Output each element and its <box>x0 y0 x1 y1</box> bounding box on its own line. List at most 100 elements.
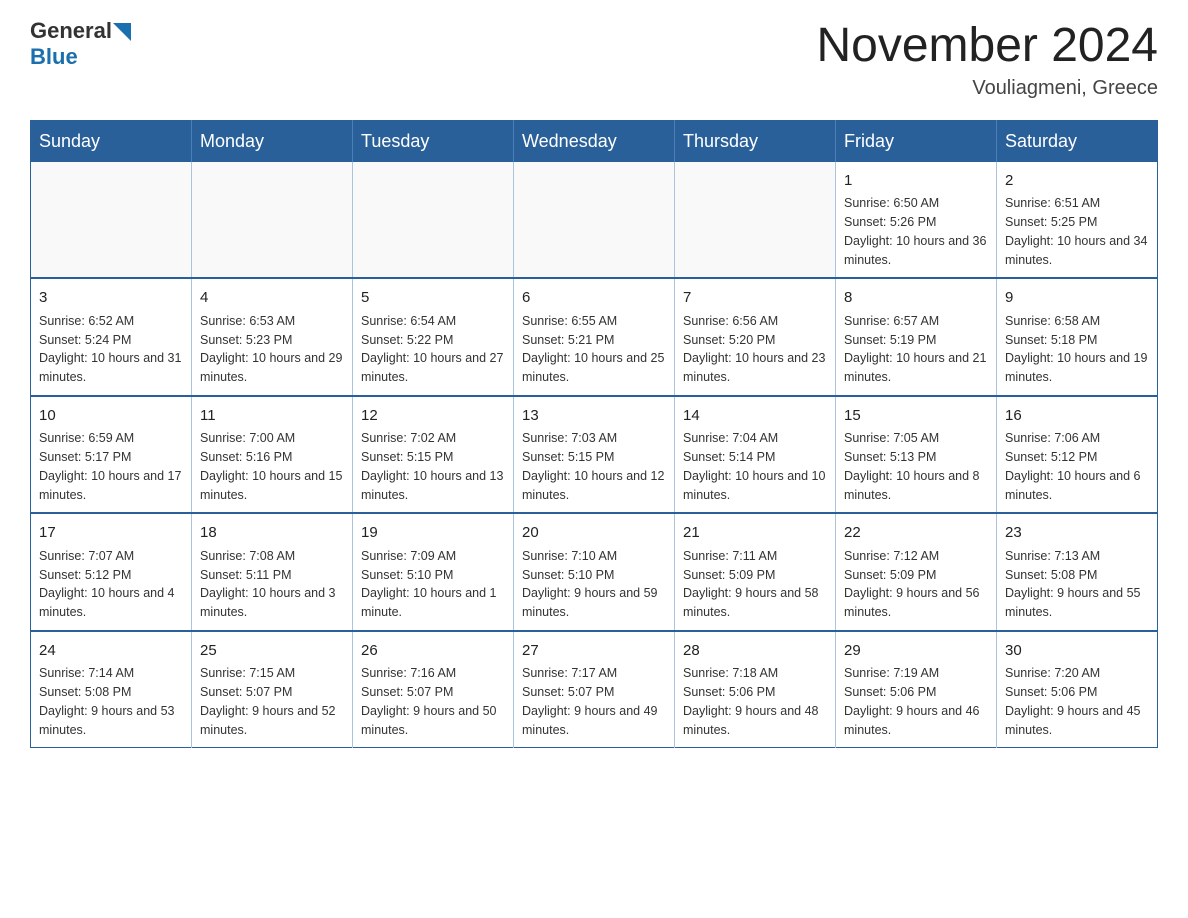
cell-content: Sunrise: 7:11 AM Sunset: 5:09 PM Dayligh… <box>683 547 827 622</box>
day-number: 6 <box>522 287 666 310</box>
day-number: 27 <box>522 640 666 663</box>
calendar-cell: 14Sunrise: 7:04 AM Sunset: 5:14 PM Dayli… <box>675 396 836 514</box>
cell-content: Sunrise: 7:19 AM Sunset: 5:06 PM Dayligh… <box>844 664 988 739</box>
logo: General Blue <box>30 20 131 70</box>
day-number: 30 <box>1005 640 1149 663</box>
cell-content: Sunrise: 7:18 AM Sunset: 5:06 PM Dayligh… <box>683 664 827 739</box>
day-number: 4 <box>200 287 344 310</box>
day-of-week-header: Thursday <box>675 120 836 162</box>
cell-content: Sunrise: 7:09 AM Sunset: 5:10 PM Dayligh… <box>361 547 505 622</box>
cell-content: Sunrise: 6:59 AM Sunset: 5:17 PM Dayligh… <box>39 429 183 504</box>
calendar-week-row: 10Sunrise: 6:59 AM Sunset: 5:17 PM Dayli… <box>31 396 1158 514</box>
day-number: 23 <box>1005 522 1149 545</box>
calendar-cell: 19Sunrise: 7:09 AM Sunset: 5:10 PM Dayli… <box>353 513 514 631</box>
calendar-cell: 30Sunrise: 7:20 AM Sunset: 5:06 PM Dayli… <box>997 631 1158 748</box>
calendar-table: SundayMondayTuesdayWednesdayThursdayFrid… <box>30 120 1158 749</box>
cell-content: Sunrise: 7:08 AM Sunset: 5:11 PM Dayligh… <box>200 547 344 622</box>
calendar-header-row: SundayMondayTuesdayWednesdayThursdayFrid… <box>31 120 1158 162</box>
day-number: 26 <box>361 640 505 663</box>
calendar-cell: 12Sunrise: 7:02 AM Sunset: 5:15 PM Dayli… <box>353 396 514 514</box>
calendar-week-row: 3Sunrise: 6:52 AM Sunset: 5:24 PM Daylig… <box>31 278 1158 396</box>
day-of-week-header: Tuesday <box>353 120 514 162</box>
title-block: November 2024 Vouliagmeni, Greece <box>816 20 1158 100</box>
cell-content: Sunrise: 7:00 AM Sunset: 5:16 PM Dayligh… <box>200 429 344 504</box>
calendar-cell: 22Sunrise: 7:12 AM Sunset: 5:09 PM Dayli… <box>836 513 997 631</box>
day-of-week-header: Wednesday <box>514 120 675 162</box>
cell-content: Sunrise: 6:55 AM Sunset: 5:21 PM Dayligh… <box>522 312 666 387</box>
cell-content: Sunrise: 6:57 AM Sunset: 5:19 PM Dayligh… <box>844 312 988 387</box>
day-of-week-header: Saturday <box>997 120 1158 162</box>
day-number: 1 <box>844 170 988 193</box>
day-number: 28 <box>683 640 827 663</box>
calendar-cell: 9Sunrise: 6:58 AM Sunset: 5:18 PM Daylig… <box>997 278 1158 396</box>
calendar-cell <box>514 162 675 279</box>
calendar-cell: 13Sunrise: 7:03 AM Sunset: 5:15 PM Dayli… <box>514 396 675 514</box>
day-number: 21 <box>683 522 827 545</box>
day-of-week-header: Friday <box>836 120 997 162</box>
calendar-cell <box>192 162 353 279</box>
calendar-cell: 6Sunrise: 6:55 AM Sunset: 5:21 PM Daylig… <box>514 278 675 396</box>
cell-content: Sunrise: 6:53 AM Sunset: 5:23 PM Dayligh… <box>200 312 344 387</box>
cell-content: Sunrise: 6:52 AM Sunset: 5:24 PM Dayligh… <box>39 312 183 387</box>
calendar-cell <box>31 162 192 279</box>
day-number: 20 <box>522 522 666 545</box>
calendar-cell: 28Sunrise: 7:18 AM Sunset: 5:06 PM Dayli… <box>675 631 836 748</box>
calendar-week-row: 1Sunrise: 6:50 AM Sunset: 5:26 PM Daylig… <box>31 162 1158 279</box>
day-number: 11 <box>200 405 344 428</box>
cell-content: Sunrise: 7:03 AM Sunset: 5:15 PM Dayligh… <box>522 429 666 504</box>
cell-content: Sunrise: 6:54 AM Sunset: 5:22 PM Dayligh… <box>361 312 505 387</box>
cell-content: Sunrise: 6:51 AM Sunset: 5:25 PM Dayligh… <box>1005 194 1149 269</box>
month-title: November 2024 <box>816 20 1158 73</box>
location: Vouliagmeni, Greece <box>816 77 1158 100</box>
day-of-week-header: Sunday <box>31 120 192 162</box>
day-number: 17 <box>39 522 183 545</box>
cell-content: Sunrise: 7:12 AM Sunset: 5:09 PM Dayligh… <box>844 547 988 622</box>
calendar-cell: 25Sunrise: 7:15 AM Sunset: 5:07 PM Dayli… <box>192 631 353 748</box>
cell-content: Sunrise: 7:16 AM Sunset: 5:07 PM Dayligh… <box>361 664 505 739</box>
cell-content: Sunrise: 6:50 AM Sunset: 5:26 PM Dayligh… <box>844 194 988 269</box>
cell-content: Sunrise: 7:15 AM Sunset: 5:07 PM Dayligh… <box>200 664 344 739</box>
calendar-cell: 16Sunrise: 7:06 AM Sunset: 5:12 PM Dayli… <box>997 396 1158 514</box>
logo-blue: Blue <box>30 44 78 70</box>
day-number: 2 <box>1005 170 1149 193</box>
calendar-cell: 24Sunrise: 7:14 AM Sunset: 5:08 PM Dayli… <box>31 631 192 748</box>
day-number: 24 <box>39 640 183 663</box>
calendar-cell <box>353 162 514 279</box>
cell-content: Sunrise: 7:14 AM Sunset: 5:08 PM Dayligh… <box>39 664 183 739</box>
cell-content: Sunrise: 7:07 AM Sunset: 5:12 PM Dayligh… <box>39 547 183 622</box>
cell-content: Sunrise: 7:06 AM Sunset: 5:12 PM Dayligh… <box>1005 429 1149 504</box>
day-of-week-header: Monday <box>192 120 353 162</box>
cell-content: Sunrise: 7:02 AM Sunset: 5:15 PM Dayligh… <box>361 429 505 504</box>
cell-content: Sunrise: 7:17 AM Sunset: 5:07 PM Dayligh… <box>522 664 666 739</box>
calendar-cell: 4Sunrise: 6:53 AM Sunset: 5:23 PM Daylig… <box>192 278 353 396</box>
day-number: 29 <box>844 640 988 663</box>
day-number: 14 <box>683 405 827 428</box>
day-number: 8 <box>844 287 988 310</box>
calendar-cell: 3Sunrise: 6:52 AM Sunset: 5:24 PM Daylig… <box>31 278 192 396</box>
calendar-cell: 23Sunrise: 7:13 AM Sunset: 5:08 PM Dayli… <box>997 513 1158 631</box>
calendar-week-row: 24Sunrise: 7:14 AM Sunset: 5:08 PM Dayli… <box>31 631 1158 748</box>
cell-content: Sunrise: 7:20 AM Sunset: 5:06 PM Dayligh… <box>1005 664 1149 739</box>
calendar-cell: 10Sunrise: 6:59 AM Sunset: 5:17 PM Dayli… <box>31 396 192 514</box>
cell-content: Sunrise: 6:58 AM Sunset: 5:18 PM Dayligh… <box>1005 312 1149 387</box>
cell-content: Sunrise: 7:05 AM Sunset: 5:13 PM Dayligh… <box>844 429 988 504</box>
cell-content: Sunrise: 7:13 AM Sunset: 5:08 PM Dayligh… <box>1005 547 1149 622</box>
day-number: 13 <box>522 405 666 428</box>
cell-content: Sunrise: 7:10 AM Sunset: 5:10 PM Dayligh… <box>522 547 666 622</box>
day-number: 12 <box>361 405 505 428</box>
calendar-cell: 29Sunrise: 7:19 AM Sunset: 5:06 PM Dayli… <box>836 631 997 748</box>
day-number: 22 <box>844 522 988 545</box>
calendar-cell: 15Sunrise: 7:05 AM Sunset: 5:13 PM Dayli… <box>836 396 997 514</box>
calendar-cell: 17Sunrise: 7:07 AM Sunset: 5:12 PM Dayli… <box>31 513 192 631</box>
cell-content: Sunrise: 6:56 AM Sunset: 5:20 PM Dayligh… <box>683 312 827 387</box>
day-number: 7 <box>683 287 827 310</box>
calendar-cell: 20Sunrise: 7:10 AM Sunset: 5:10 PM Dayli… <box>514 513 675 631</box>
day-number: 15 <box>844 405 988 428</box>
calendar-cell <box>675 162 836 279</box>
calendar-cell: 11Sunrise: 7:00 AM Sunset: 5:16 PM Dayli… <box>192 396 353 514</box>
calendar-cell: 2Sunrise: 6:51 AM Sunset: 5:25 PM Daylig… <box>997 162 1158 279</box>
calendar-cell: 18Sunrise: 7:08 AM Sunset: 5:11 PM Dayli… <box>192 513 353 631</box>
cell-content: Sunrise: 7:04 AM Sunset: 5:14 PM Dayligh… <box>683 429 827 504</box>
day-number: 18 <box>200 522 344 545</box>
day-number: 19 <box>361 522 505 545</box>
